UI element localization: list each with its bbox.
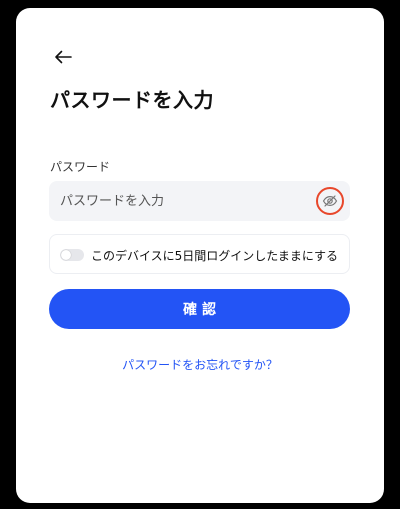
- password-dialog: パスワードを入力 パスワード このデバイスに5日間ログインしたままにする 確認 …: [16, 8, 384, 503]
- page-title: パスワードを入力: [50, 88, 214, 112]
- toggle-knob: [61, 250, 71, 260]
- arrow-left-icon: [55, 50, 72, 64]
- remember-device-row: このデバイスに5日間ログインしたままにする: [49, 234, 350, 274]
- remember-device-toggle[interactable]: [60, 249, 84, 261]
- toggle-visibility-button[interactable]: [316, 187, 344, 215]
- password-input[interactable]: [49, 181, 309, 221]
- password-label: パスワード: [50, 160, 111, 174]
- eye-off-icon: [322, 195, 338, 207]
- remember-device-label: このデバイスに5日間ログインしたままにする: [91, 249, 339, 263]
- forgot-password-link[interactable]: パスワードをお忘れですか？: [16, 356, 384, 373]
- confirm-button[interactable]: 確認: [49, 289, 350, 329]
- password-field: [49, 181, 350, 221]
- back-button[interactable]: [50, 46, 76, 68]
